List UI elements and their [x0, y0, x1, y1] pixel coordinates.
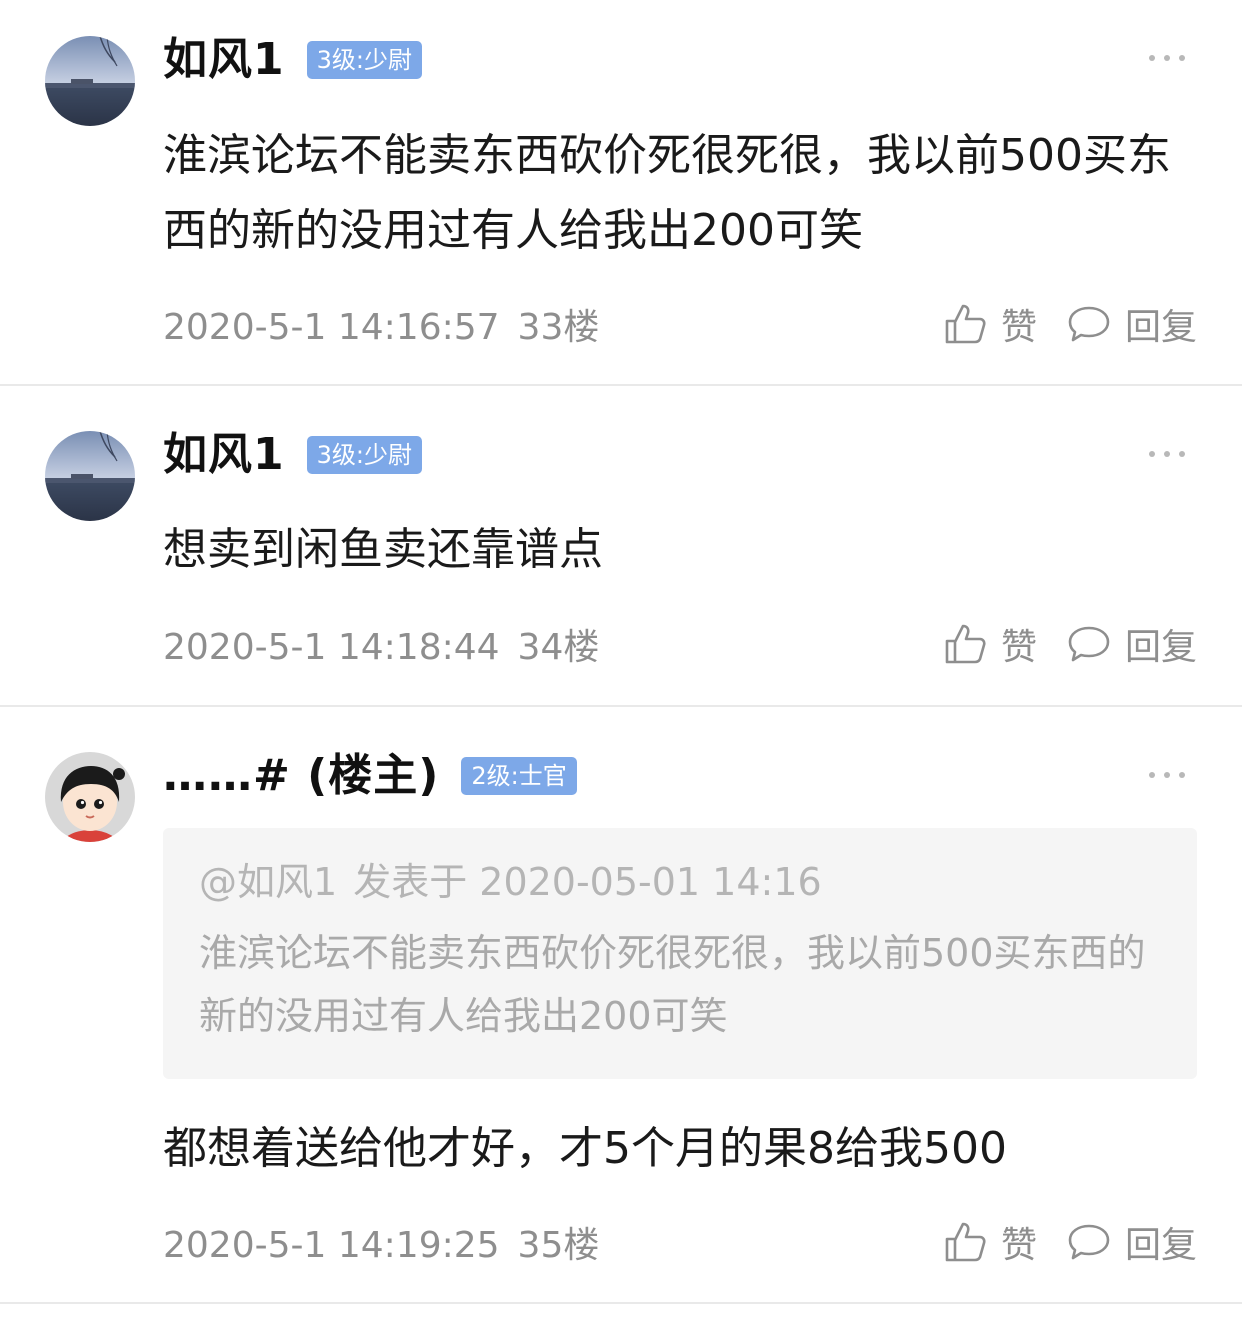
- post-header: 如风1 3级:少尉: [163, 433, 422, 477]
- floor-number: 35楼: [517, 1225, 600, 1266]
- post-content: 淮滨论坛不能卖东西砍价死很死很，我以前500买东西的新的没用过有人给我出200可…: [163, 130, 1171, 256]
- post-34: 如风1 3级:少尉 想卖到闲鱼卖还靠谱点 2020-5-1 14:18:44 34…: [0, 386, 1242, 707]
- more-dots-icon: [1149, 451, 1185, 457]
- more-options-button[interactable]: [1147, 769, 1187, 781]
- like-button[interactable]: 赞: [943, 618, 1037, 670]
- post-33: 如风1 3级:少尉 淮滨论坛不能卖东西砍价死很死很，我以前500买东西的新的没用…: [0, 0, 1242, 386]
- more-dots-icon: [1149, 772, 1185, 778]
- reply-label: 回复: [1124, 627, 1197, 668]
- post-meta: 2020-5-1 14:19:25 35楼: [163, 1216, 943, 1268]
- cartoon-girl-avatar-icon: [45, 752, 135, 842]
- lake-avatar-icon: [45, 431, 135, 521]
- post-time: 2020-5-1 14:19:25: [163, 1225, 500, 1266]
- more-options-button[interactable]: [1147, 52, 1187, 64]
- more-dots-icon: [1149, 55, 1185, 61]
- reply-button[interactable]: 回复: [1067, 298, 1197, 350]
- level-badge: 3级:少尉: [306, 436, 422, 474]
- post-actions: 赞 回复: [943, 618, 1197, 670]
- user-avatar[interactable]: [45, 752, 135, 842]
- lake-avatar-icon: [45, 36, 135, 126]
- user-avatar[interactable]: [45, 36, 135, 126]
- post-content: 都想着送给他才好，才5个月的果8给我500: [163, 1123, 1007, 1174]
- reply-button[interactable]: 回复: [1067, 618, 1197, 670]
- post-actions: 赞 回复: [943, 298, 1197, 350]
- quoted-post[interactable]: @如风1 发表于 2020-05-01 14:16 淮滨论坛不能卖东西砍价死很死很…: [163, 828, 1197, 1079]
- like-button[interactable]: 赞: [943, 1216, 1037, 1268]
- reply-label: 回复: [1124, 307, 1197, 348]
- thumbs-up-icon: [945, 304, 986, 344]
- username[interactable]: 如风1: [163, 433, 285, 477]
- floor-number: 34楼: [517, 627, 600, 668]
- post-actions: 赞 回复: [943, 1216, 1197, 1268]
- post-header: ……# (楼主) 2级:士官: [163, 754, 577, 798]
- user-avatar[interactable]: [45, 431, 135, 521]
- reply-label: 回复: [1124, 1225, 1197, 1266]
- floor-number: 33楼: [517, 307, 600, 348]
- like-button[interactable]: 赞: [943, 298, 1037, 350]
- post-meta: 2020-5-1 14:18:44 34楼: [163, 618, 943, 670]
- like-label: 赞: [1000, 307, 1037, 348]
- post-time: 2020-5-1 14:16:57: [163, 307, 500, 348]
- comment-bubble-icon: [1068, 1224, 1110, 1260]
- quote-header: @如风1 发表于 2020-05-01 14:16: [199, 856, 1161, 908]
- post-footer: 2020-5-1 14:16:57 33楼 赞 回复: [163, 296, 1197, 352]
- post-footer: 2020-5-1 14:19:25 35楼 赞 回复: [163, 1214, 1197, 1270]
- comment-bubble-icon: [1068, 306, 1110, 342]
- thumbs-up-icon: [945, 1222, 986, 1262]
- level-badge: 3级:少尉: [306, 41, 422, 79]
- quote-text: 淮滨论坛不能卖东西砍价死很死很，我以前500买东西的新的没用过有人给我出200可…: [199, 931, 1146, 1038]
- reply-button[interactable]: 回复: [1067, 1216, 1197, 1268]
- username[interactable]: 如风1: [163, 38, 285, 82]
- post-time: 2020-5-1 14:18:44: [163, 627, 500, 668]
- thumbs-up-icon: [945, 624, 986, 664]
- level-badge: 2级:士官: [461, 757, 577, 795]
- post-content: 想卖到闲鱼卖还靠谱点: [163, 524, 603, 575]
- quote-author: @如风1: [199, 860, 338, 904]
- comment-bubble-icon: [1068, 626, 1110, 662]
- post-35: ……# (楼主) 2级:士官 @如风1 发表于 2020-05-01 14:16 …: [0, 707, 1242, 1304]
- like-label: 赞: [1000, 627, 1037, 668]
- post-header: 如风1 3级:少尉: [163, 38, 422, 82]
- more-options-button[interactable]: [1147, 448, 1187, 460]
- post-footer: 2020-5-1 14:18:44 34楼 赞 回复: [163, 616, 1197, 672]
- post-meta: 2020-5-1 14:16:57 33楼: [163, 298, 943, 350]
- quote-time: 发表于 2020-05-01 14:16: [353, 860, 822, 904]
- like-label: 赞: [1000, 1225, 1037, 1266]
- username[interactable]: ……# (楼主): [163, 754, 439, 798]
